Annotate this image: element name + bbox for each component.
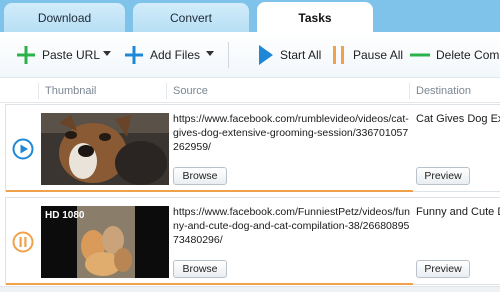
task-progress-bar (6, 190, 413, 192)
minus-icon (410, 53, 430, 57)
tab-download-label: Download (37, 10, 92, 25)
column-header-source[interactable]: Source (168, 79, 208, 103)
plus-icon (17, 46, 35, 64)
start-all-button[interactable]: Start All (258, 32, 321, 78)
source-url: https://www.facebook.com/rumblevideo/vid… (173, 113, 409, 153)
task-row[interactable]: https://www.facebook.com/rumblevideo/vid… (5, 104, 500, 192)
plus-icon (125, 46, 143, 64)
column-header-destination[interactable]: Destination (411, 79, 471, 103)
column-divider (166, 83, 167, 99)
pause-all-button[interactable]: Pause All (331, 32, 403, 78)
tab-tasks[interactable]: Tasks (257, 2, 373, 33)
paste-url-label: Paste URL (42, 48, 101, 62)
paste-url-dropdown-icon[interactable] (103, 51, 111, 56)
browse-button[interactable]: Browse (173, 260, 227, 278)
column-header-thumbnail[interactable]: Thumbnail (40, 79, 96, 103)
video-thumbnail (41, 113, 169, 185)
add-files-label: Add Files (150, 48, 201, 62)
browse-button[interactable]: Browse (173, 167, 227, 185)
preview-label: Preview (424, 170, 462, 182)
task-row[interactable]: HD 1080 https://www.facebook.com/Funnies… (5, 197, 500, 285)
column-divider (409, 83, 410, 99)
tab-convert-label: Convert (169, 10, 213, 25)
toolbar-divider (228, 42, 229, 68)
dog-thumbnail-image (41, 113, 169, 185)
destination-filename: Funny and Cute Do (416, 206, 500, 218)
paste-url-button[interactable]: Paste URL (16, 32, 100, 78)
column-header-row: Thumbnail Source Destination (0, 79, 500, 103)
destination-filename: Cat Gives Dog Ext (416, 113, 500, 125)
delete-completed-button[interactable]: Delete Comple (410, 32, 500, 78)
add-files-dropdown-icon[interactable] (206, 51, 214, 56)
pause-icon[interactable] (12, 231, 34, 253)
pause-all-label: Pause All (353, 48, 404, 62)
preview-label: Preview (424, 263, 462, 275)
preview-button[interactable]: Preview (416, 260, 470, 278)
start-all-label: Start All (280, 48, 322, 62)
tab-tasks-label: Tasks (298, 10, 332, 25)
pause-icon (333, 46, 344, 64)
play-icon[interactable] (12, 138, 34, 160)
play-icon (259, 45, 273, 65)
column-divider (38, 83, 39, 99)
hd-badge: HD 1080 (45, 210, 85, 221)
tab-convert[interactable]: Convert (133, 3, 249, 32)
task-progress-bar (6, 283, 413, 285)
source-url: https://www.facebook.com/FunniestPetz/vi… (173, 206, 410, 246)
preview-button[interactable]: Preview (416, 167, 470, 185)
delete-completed-label: Delete Comple (436, 48, 500, 62)
list-bottom-edge (0, 286, 500, 292)
tab-bar: Download Convert Tasks (0, 0, 500, 33)
browse-label: Browse (182, 170, 218, 182)
tab-download[interactable]: Download (4, 3, 125, 32)
toolbar: Paste URL Add Files Start All Pause All … (0, 32, 500, 78)
add-files-button[interactable]: Add Files (124, 32, 200, 78)
browse-label: Browse (182, 263, 218, 275)
video-thumbnail: HD 1080 (41, 206, 169, 278)
